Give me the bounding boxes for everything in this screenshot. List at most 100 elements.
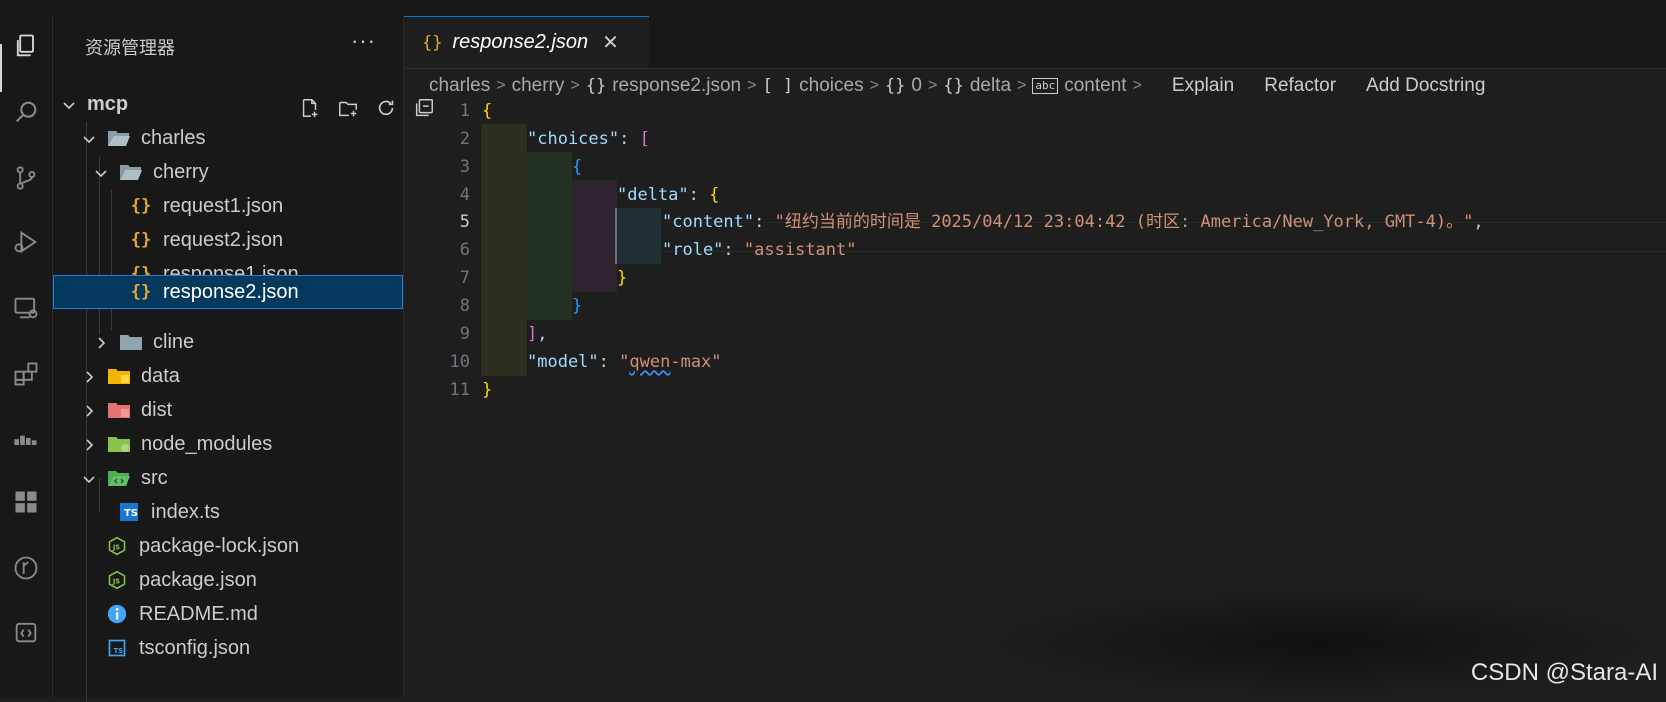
tree-label: request1.json xyxy=(163,194,284,217)
line-number: 3 xyxy=(459,157,470,177)
breadcrumb-item[interactable]: delta xyxy=(970,75,1011,97)
grid-apps-icon[interactable] xyxy=(6,482,46,522)
breadcrumb-item[interactable]: content xyxy=(1064,75,1126,97)
indent-guide xyxy=(572,180,617,292)
charts-icon[interactable] xyxy=(6,418,46,458)
remote-explorer-icon[interactable] xyxy=(6,288,46,328)
token: -max" xyxy=(670,352,722,372)
run-debug-icon[interactable] xyxy=(6,222,46,262)
breadcrumb: charles > cherry > {} response2.json > [… xyxy=(404,68,1666,104)
explorer-sidebar: 资源管理器 ··· mcp charles cherry {} request1… xyxy=(53,16,433,702)
code-line: "model": "qwen-max" xyxy=(527,348,722,376)
chevron-right-icon: > xyxy=(1017,77,1027,94)
code-box-icon[interactable] xyxy=(6,612,46,652)
token: , xyxy=(1473,212,1484,232)
json-icon: {} xyxy=(585,76,607,96)
line-number: 9 xyxy=(459,324,470,344)
json-icon: {} xyxy=(422,32,443,53)
tree-row-mcp[interactable]: mcp xyxy=(53,87,403,121)
chevron-right-icon xyxy=(93,334,109,350)
folder-src-icon xyxy=(107,468,131,488)
line-number: 4 xyxy=(459,185,470,205)
breadcrumb-item[interactable]: response2.json xyxy=(612,75,741,97)
tree-row-cherry[interactable]: cherry xyxy=(53,155,403,189)
tree-row-package-lock[interactable]: JS package-lock.json xyxy=(53,529,403,563)
tree-label: src xyxy=(141,466,168,489)
source-control-icon[interactable] xyxy=(6,158,46,198)
breadcrumb-item[interactable]: 0 xyxy=(911,75,922,97)
search-icon[interactable] xyxy=(6,92,46,132)
tree-row-readme[interactable]: README.md xyxy=(53,597,403,631)
folder-node-icon xyxy=(107,434,131,454)
chevron-down-icon xyxy=(81,130,97,146)
refactor-action[interactable]: Refactor xyxy=(1264,75,1336,97)
token: "delta" xyxy=(617,185,689,205)
token: "纽约当前的时间是 2025/04/12 23:04:42 (时区: Ameri… xyxy=(774,212,1474,232)
close-icon[interactable]: ✕ xyxy=(602,30,619,55)
token: : xyxy=(688,185,710,205)
code-line: ], xyxy=(527,320,548,348)
token: ] xyxy=(527,324,538,344)
explorer-icon[interactable] xyxy=(6,26,46,66)
activity-active-indicator xyxy=(0,44,2,92)
indent-guide xyxy=(527,152,572,320)
tree-label: package.json xyxy=(139,568,257,591)
tree-row-tsconfig[interactable]: TS tsconfig.json xyxy=(53,631,403,665)
chevron-right-icon xyxy=(81,368,97,384)
tree-row-node-modules[interactable]: node_modules xyxy=(53,427,403,461)
tree-row-cline[interactable]: cline xyxy=(53,325,403,359)
chevron-down-icon xyxy=(61,96,77,112)
object-icon: {} xyxy=(943,76,964,96)
tree-row-index-ts[interactable]: TS index.ts xyxy=(53,495,403,529)
token: [ xyxy=(639,129,650,149)
string-icon: abc xyxy=(1032,78,1059,94)
json-icon: {} xyxy=(130,282,152,302)
more-actions-icon[interactable]: ··· xyxy=(351,28,376,54)
line-number: 5 xyxy=(459,212,470,232)
tree-label: tsconfig.json xyxy=(139,636,251,659)
chevron-down-icon xyxy=(93,164,109,180)
tree-row-response2[interactable]: {} response2.json xyxy=(53,275,403,309)
token: "assistant" xyxy=(743,240,857,260)
extensions-icon[interactable] xyxy=(6,354,46,394)
tree-row-request2[interactable]: {} request2.json xyxy=(53,223,403,257)
breadcrumb-item[interactable]: choices xyxy=(799,75,863,97)
tab-label: response2.json xyxy=(452,31,589,53)
folder-icon xyxy=(119,332,143,352)
tree-row-charles[interactable]: charles xyxy=(53,121,403,155)
tree-row-data[interactable]: data xyxy=(53,359,403,393)
token: "choices" xyxy=(527,129,620,149)
breadcrumb-item[interactable]: charles xyxy=(429,75,490,97)
chevron-right-icon: > xyxy=(570,77,580,94)
token: { xyxy=(482,101,493,121)
chevron-right-icon: > xyxy=(927,77,938,94)
active-indent-guide xyxy=(615,208,617,264)
svg-text:TS: TS xyxy=(114,647,124,655)
chevron-down-icon xyxy=(81,470,97,486)
code-line: "role": "assistant" xyxy=(662,236,857,264)
breadcrumb-item[interactable]: cherry xyxy=(512,75,565,97)
chevron-right-icon xyxy=(81,436,97,452)
svg-text:JS: JS xyxy=(112,577,120,585)
tab-response2-json[interactable]: {} response2.json ✕ xyxy=(404,16,649,68)
folder-dist-icon xyxy=(107,400,131,420)
tree-row-package-json[interactable]: JS package.json xyxy=(53,563,403,597)
token: : xyxy=(619,129,640,149)
chevron-right-icon: > xyxy=(496,77,506,94)
tree-row-src[interactable]: src xyxy=(53,461,403,495)
explain-action[interactable]: Explain xyxy=(1172,75,1234,97)
tree-row-dist[interactable]: dist xyxy=(53,393,403,427)
add-docstring-action[interactable]: Add Docstring xyxy=(1366,75,1485,97)
tree-label: node_modules xyxy=(141,432,273,455)
code-line: "delta": { xyxy=(617,181,719,209)
line-number: 6 xyxy=(459,240,470,260)
line-number: 10 xyxy=(449,352,470,372)
tree-label: response2.json xyxy=(163,280,299,303)
code-line: } xyxy=(572,292,582,320)
token: , xyxy=(537,324,548,344)
title-bar xyxy=(0,0,1666,17)
tree-row-request1[interactable]: {} request1.json xyxy=(53,189,403,223)
token: : xyxy=(598,352,620,372)
git-graph-icon[interactable] xyxy=(6,548,46,588)
line-number: 2 xyxy=(459,129,470,149)
